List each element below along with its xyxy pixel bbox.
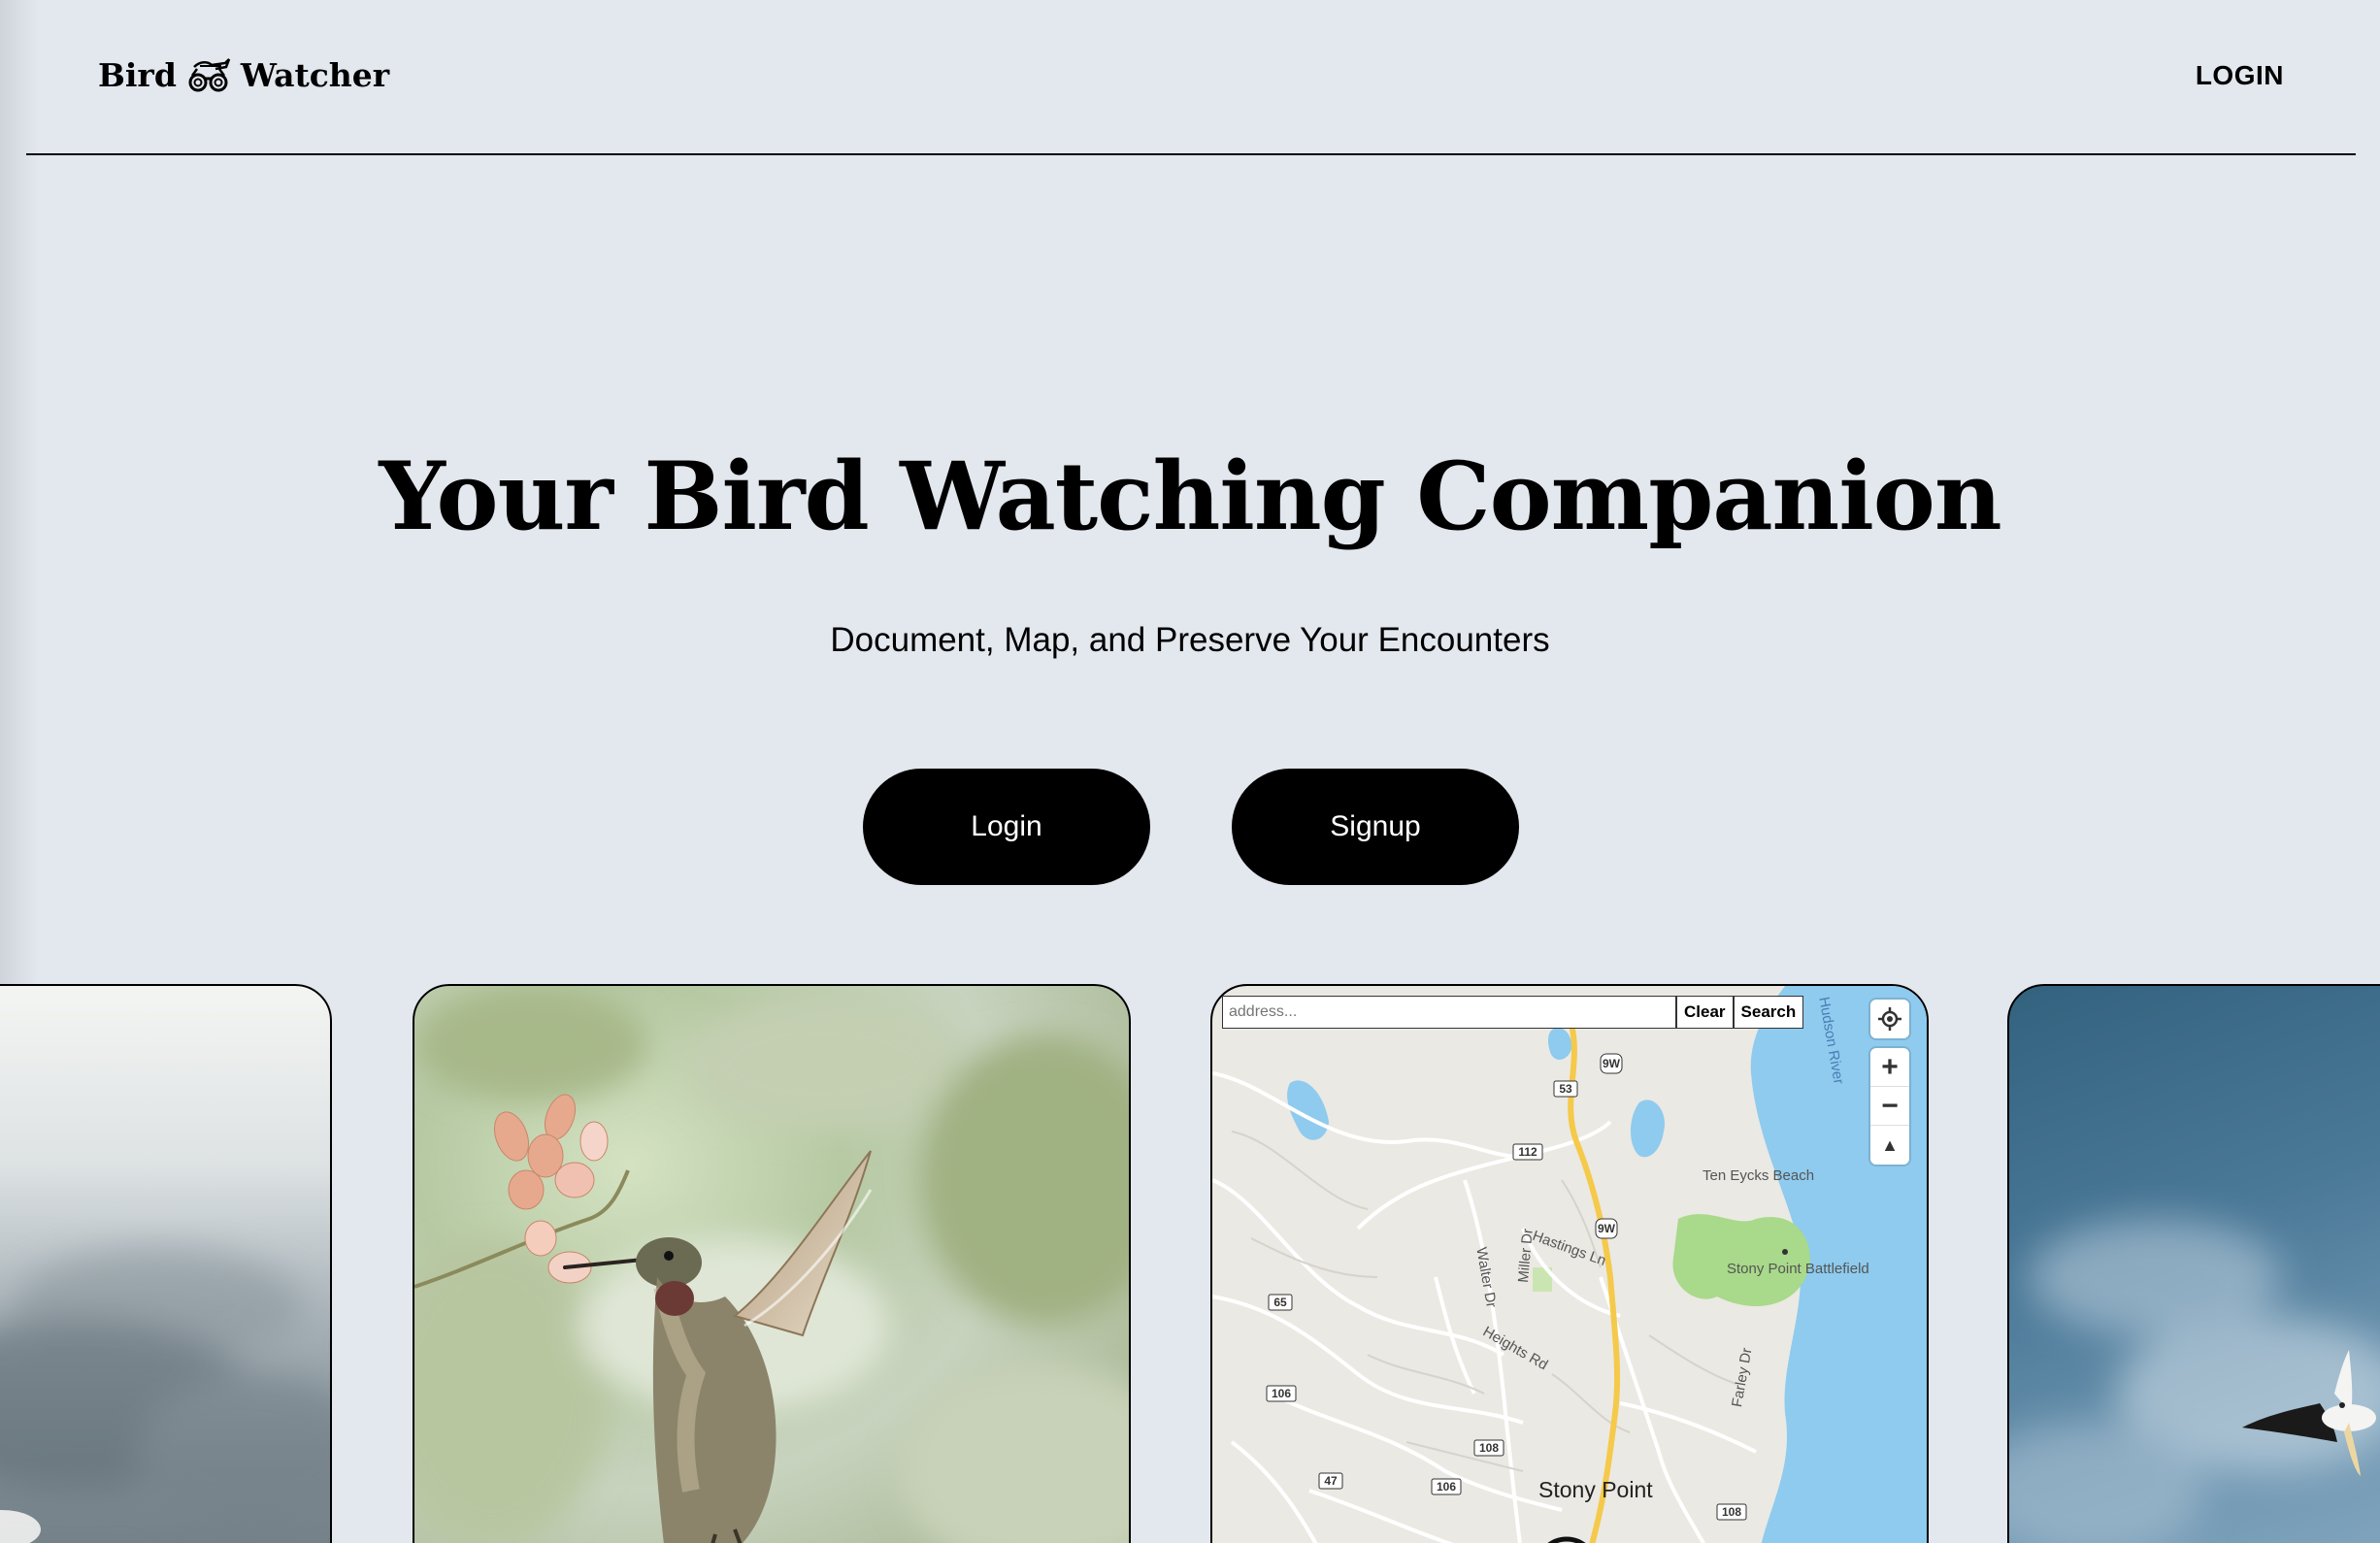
site-header: Bird Watcher LOGIN [26, 0, 2356, 155]
zoom-out-button[interactable]: − [1870, 1087, 1909, 1126]
svg-text:53: 53 [1559, 1082, 1572, 1096]
map-search-button[interactable]: Search [1733, 996, 1804, 1029]
hero-subtitle: Document, Map, and Preserve Your Encount… [830, 621, 1550, 659]
map-clear-button[interactable]: Clear [1676, 996, 1734, 1029]
seagull-image [2009, 1219, 2380, 1543]
svg-text:112: 112 [1518, 1145, 1537, 1159]
blurred-foliage-image [0, 1248, 330, 1543]
login-button[interactable]: Login [863, 769, 1150, 885]
crosshair-icon [1878, 1007, 1901, 1031]
svg-text:106: 106 [1272, 1387, 1291, 1400]
hummingbird-image [414, 986, 1129, 1543]
map-label-battlefield: Stony Point Battlefield [1727, 1261, 1869, 1277]
map-label-city: Stony Point [1538, 1477, 1653, 1502]
logo-text-watcher: Watcher [240, 56, 390, 94]
svg-text:65: 65 [1273, 1296, 1287, 1309]
svg-text:47: 47 [1324, 1474, 1338, 1488]
address-input[interactable] [1222, 996, 1676, 1029]
binoculars-bird-icon [188, 57, 231, 91]
hummingbird-photo-card [413, 984, 1131, 1543]
map-card[interactable]: Clear Search + − ▲ [1210, 984, 1929, 1543]
map-zoom-controls: + − ▲ [1870, 1048, 1909, 1165]
map-label-beach: Ten Eycks Beach [1702, 1167, 1815, 1184]
logo-text-bird: Bird [98, 56, 177, 94]
zoom-in-button[interactable]: + [1870, 1048, 1909, 1087]
svg-text:9W: 9W [1598, 1222, 1616, 1235]
svg-text:108: 108 [1479, 1441, 1499, 1455]
signup-button[interactable]: Signup [1232, 769, 1519, 885]
svg-text:9W: 9W [1603, 1057, 1621, 1070]
svg-text:106: 106 [1437, 1480, 1456, 1494]
site-logo[interactable]: Bird Watcher [98, 56, 389, 94]
geolocate-button[interactable] [1870, 1000, 1909, 1038]
hero-title: Your Bird Watching Companion [379, 442, 2001, 551]
bird-photo-card-1 [0, 984, 332, 1543]
seagull-photo-card [2007, 984, 2380, 1543]
svg-text:108: 108 [1722, 1505, 1741, 1519]
compass-button[interactable]: ▲ [1870, 1126, 1909, 1165]
map-search-bar: Clear Search [1222, 996, 1804, 1029]
nav-login-link[interactable]: LOGIN [2196, 60, 2284, 91]
